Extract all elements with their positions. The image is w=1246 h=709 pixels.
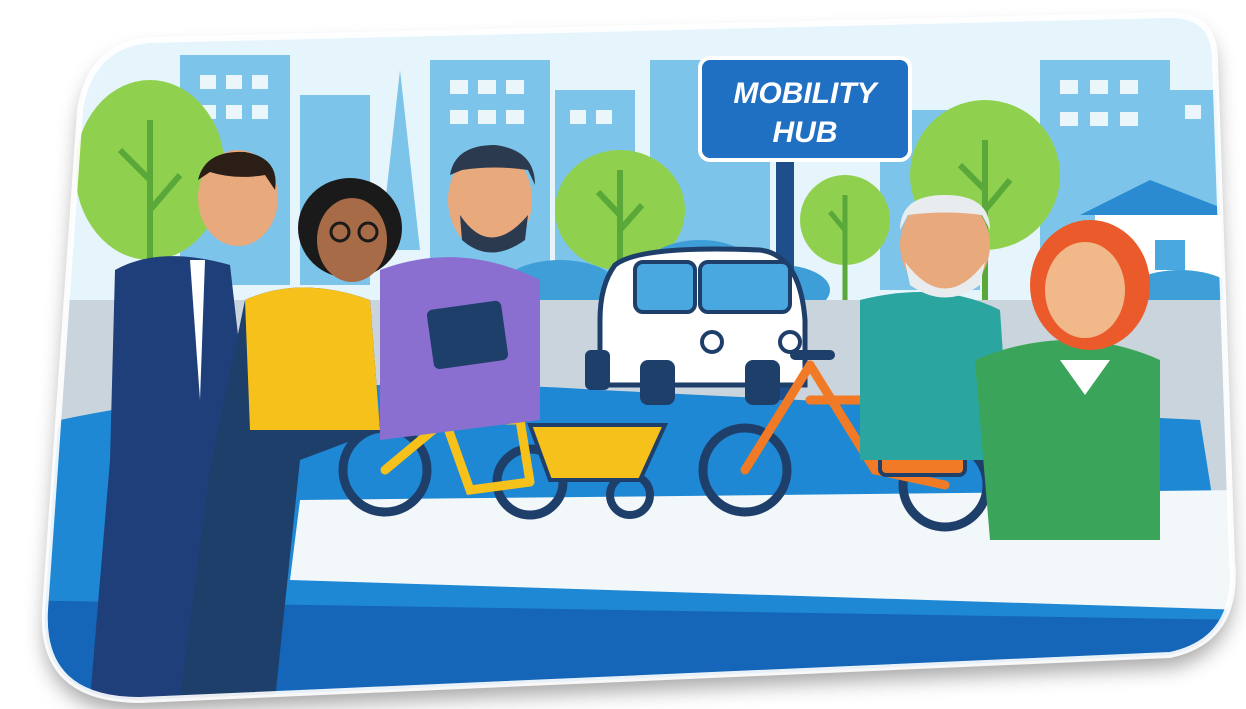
sign-line1: MOBILITY xyxy=(733,77,879,110)
microcar-icon xyxy=(585,246,808,405)
tablet-icon xyxy=(426,300,509,370)
sign-line2: HUB xyxy=(773,116,838,149)
illustration-card: MOBILITY HUB xyxy=(44,15,1233,700)
mobility-hub-illustration: MOBILITY HUB xyxy=(41,11,1236,704)
